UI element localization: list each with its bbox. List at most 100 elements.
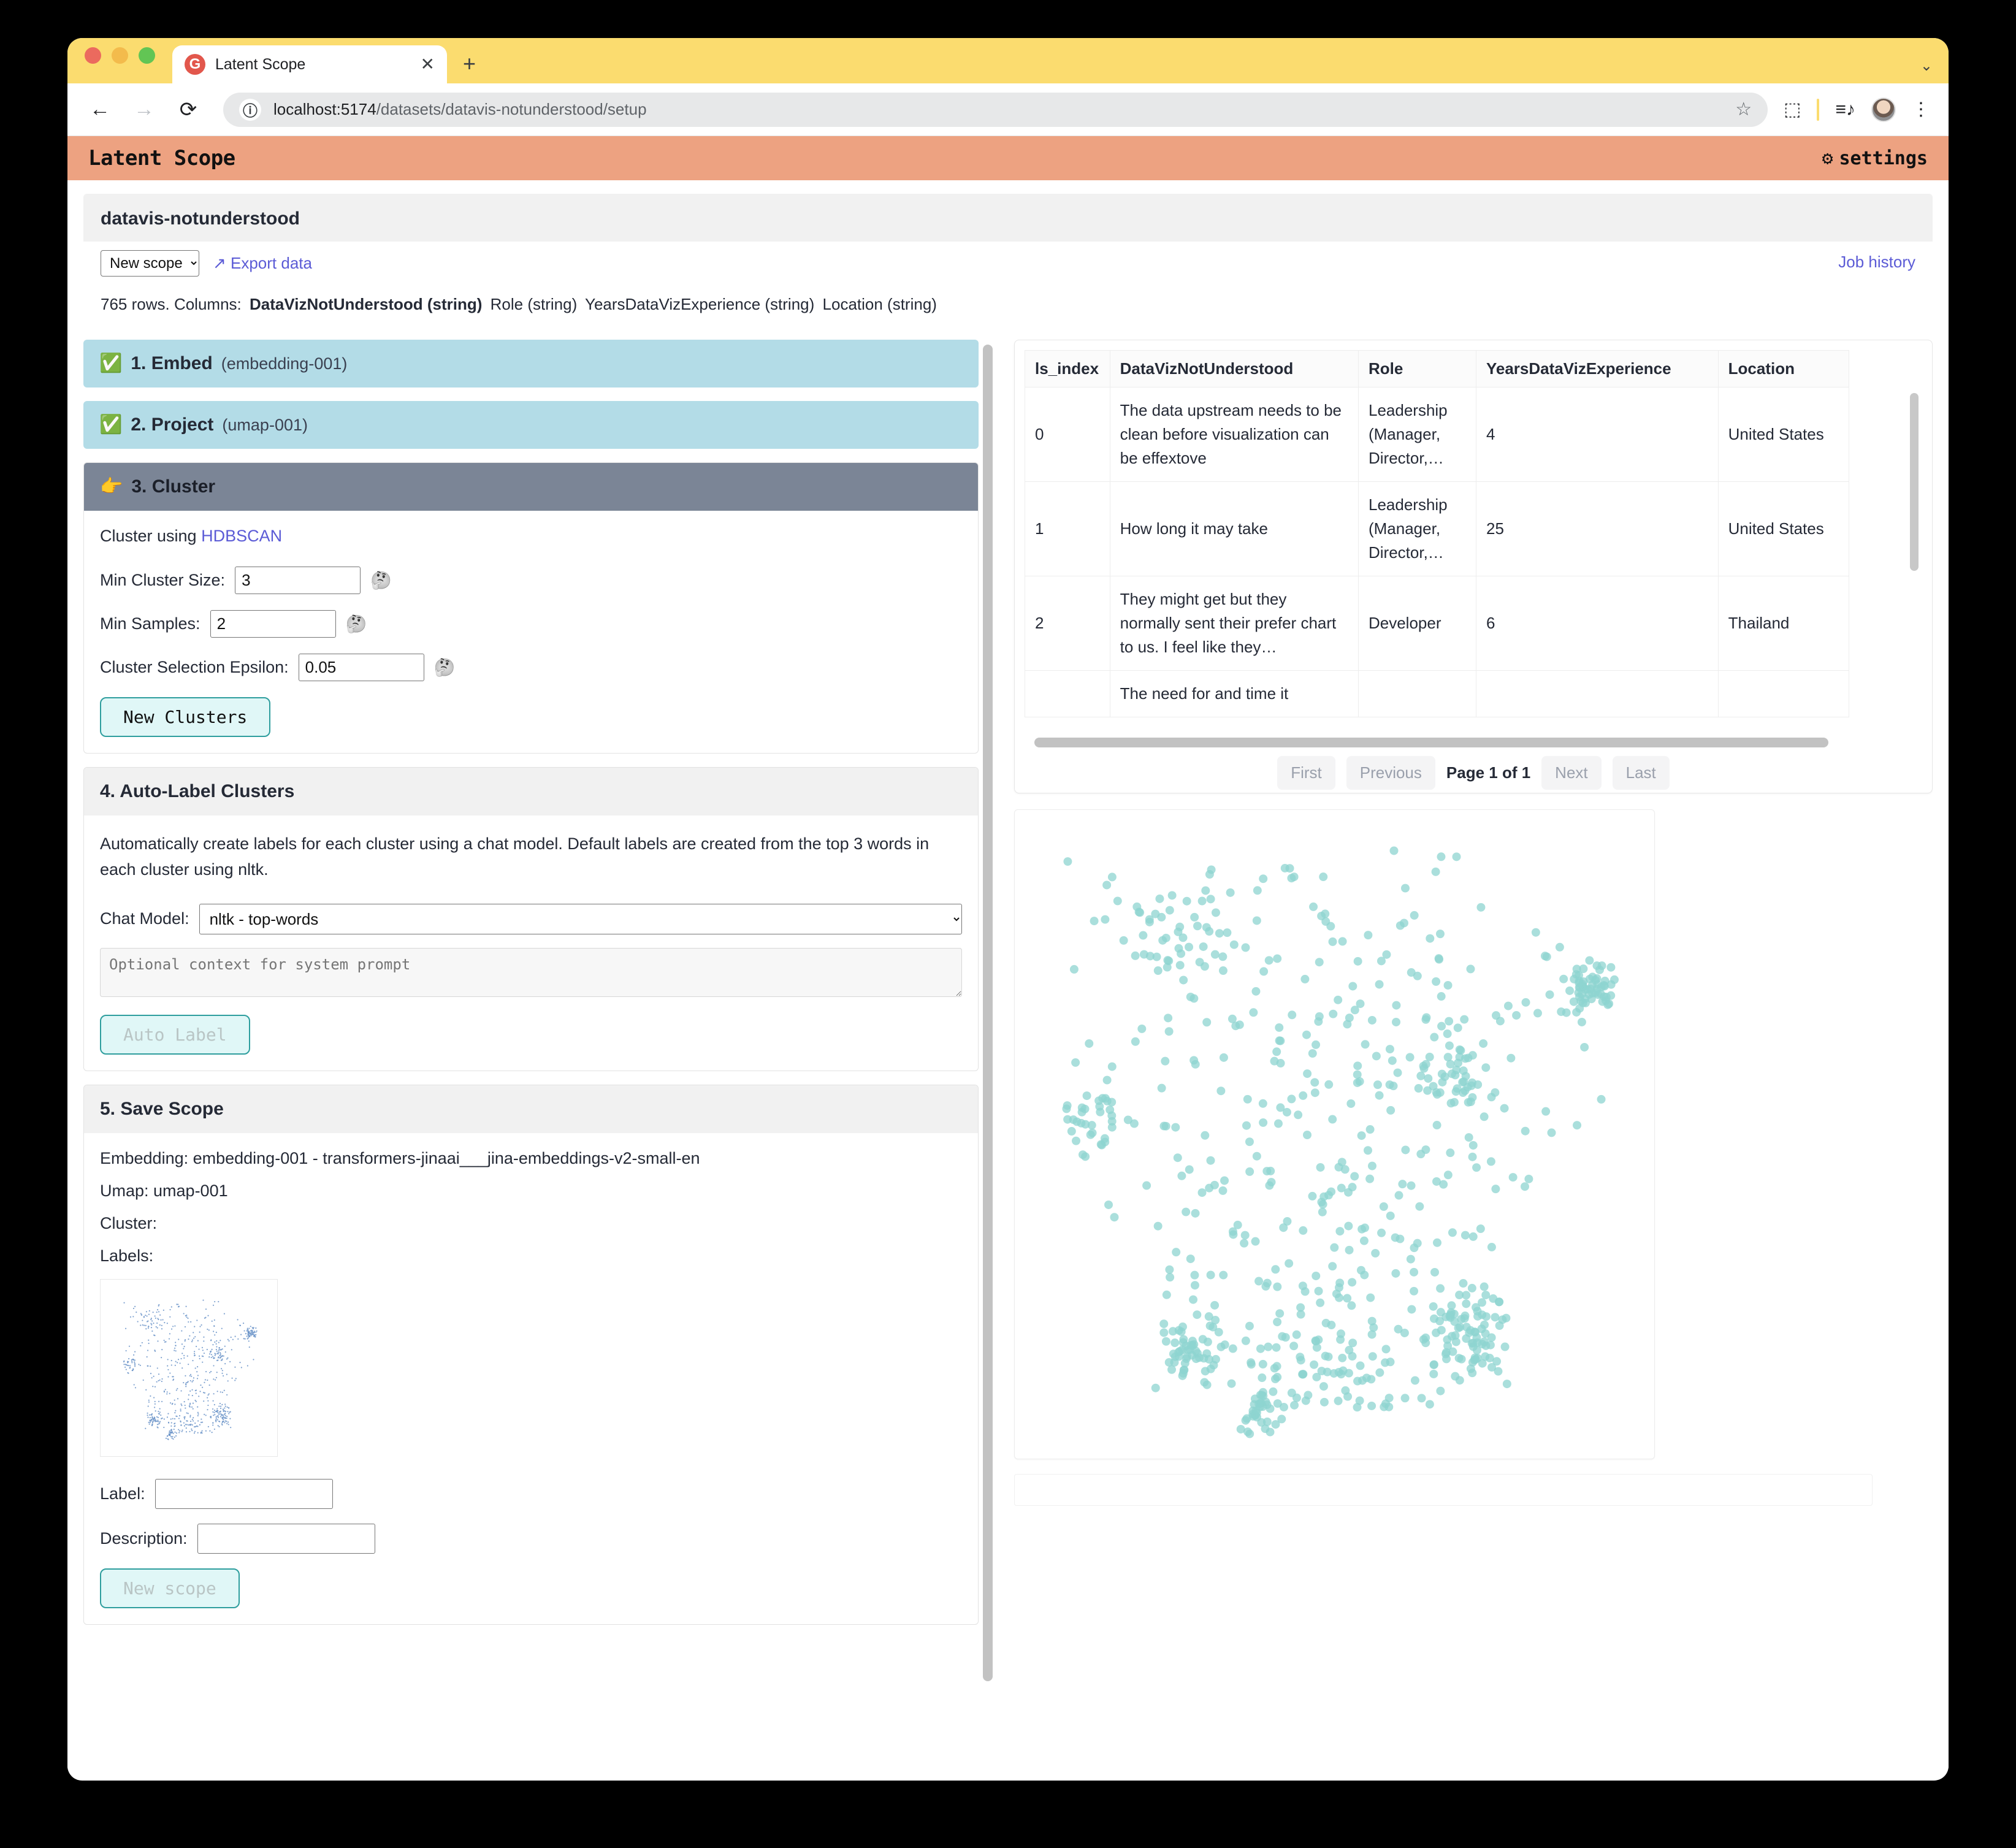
help-thinking-icon[interactable]: 🤔 [434,659,456,676]
table-row[interactable]: 0 The data upstream needs to be clean bef… [1025,387,1850,482]
next-page-button[interactable]: Next [1541,756,1602,790]
chat-model-label: Chat Model: [100,909,189,928]
table-vertical-scrollbar[interactable] [1910,393,1919,571]
maximize-window-button[interactable] [139,47,155,64]
new-clusters-button[interactable]: New Clusters [100,697,271,737]
column-header-ls-index[interactable]: ls_index [1025,350,1110,388]
previous-page-button[interactable]: Previous [1346,756,1435,790]
scrollbar-thumb[interactable] [1034,738,1828,747]
left-pane-scrollbar[interactable] [979,340,997,1744]
cluster-selection-epsilon-input[interactable] [298,654,424,681]
data-table-card: ls_index DataVizNotUnderstood Role Years… [1014,340,1933,793]
step-project-title: 2. Project [131,414,214,435]
media-control-icon[interactable]: ≡♪ [1835,99,1855,120]
check-icon: ✅ [99,353,123,373]
umap-scatter-card[interactable] [1014,809,1655,1459]
table-cell-ls-index: 1 [1025,481,1110,576]
site-info-icon[interactable]: ⓘ [239,98,261,121]
left-pane: ✅ 1. Embed (embedding-001) ✅ 2. Project … [83,340,979,1744]
last-page-button[interactable]: Last [1612,756,1670,790]
chevron-down-icon[interactable]: ⌄ [1920,57,1933,75]
main-split: ✅ 1. Embed (embedding-001) ✅ 2. Project … [83,340,1933,1744]
scope-select[interactable]: New scope [101,250,199,277]
browser-menu-icon[interactable]: ⋮ [1912,99,1930,120]
column-header-location[interactable]: Location [1717,350,1850,388]
step-autolabel-body: Automatically create labels for each clu… [84,815,978,1071]
table-row[interactable]: 2 They might get but they normally sent t… [1025,576,1850,671]
close-window-button[interactable] [85,47,101,64]
scrollbar-thumb[interactable] [983,345,993,1681]
help-thinking-icon[interactable]: 🤔 [370,571,392,589]
system-prompt-textarea[interactable] [100,947,962,997]
labels-line: Labels: [100,1246,154,1265]
extensions-icon[interactable]: ⬚ [1784,99,1801,120]
table-cell-years: 6 [1475,576,1719,671]
chat-model-select[interactable]: nltk - top-words [199,903,962,934]
min-samples-row: Min Samples: 🤔 [100,610,962,638]
umap-line: Umap: umap-001 [100,1181,228,1200]
table-row[interactable]: The need for and time it [1025,670,1850,717]
auto-label-button[interactable]: Auto Label [100,1014,250,1055]
browser-window: G Latent Scope ✕ + ⌄ ← → ⟳ ⓘ localhost:5… [67,38,1949,1781]
dataset-body: New scope ↗ Export data Job history 765 … [83,242,1933,327]
description-field-label: Description: [100,1529,188,1548]
column-header-yearsdatavizexperience[interactable]: YearsDataVizExperience [1475,350,1719,388]
columns-list: DataVizNotUnderstood (string) Role (stri… [242,295,937,313]
step-project[interactable]: ✅ 2. Project (umap-001) [83,401,979,449]
step-cluster-header[interactable]: 👉 3. Cluster [84,463,978,511]
min-samples-input[interactable] [210,610,336,638]
settings-label: settings [1839,147,1928,169]
cluster-algorithm-line: Cluster using HDBSCAN [100,527,962,546]
settings-link[interactable]: ⚙ settings [1822,148,1928,169]
column-header-datavisnotunderstood[interactable]: DataVizNotUnderstood [1109,350,1359,388]
back-icon[interactable]: ← [86,96,114,124]
table-cell-text: They might get but they normally sent th… [1109,576,1359,671]
browser-tab[interactable]: G Latent Scope ✕ [172,45,447,83]
description-field-input[interactable] [197,1523,375,1554]
job-history-link[interactable]: Job history [1838,253,1915,272]
step-savescope-header[interactable]: 5. Save Scope [84,1085,978,1133]
cluster-line: Cluster: [100,1213,158,1232]
url-host: localhost:5174 [273,100,376,118]
right-bottom-strip [1014,1474,1873,1506]
new-tab-icon[interactable]: + [463,53,476,75]
table-horizontal-scrollbar[interactable] [1025,734,1922,750]
step-embed-title: 1. Embed [131,353,213,373]
reload-icon[interactable]: ⟳ [174,96,202,124]
dataset-columns-summary: 765 rows. Columns: DataVizNotUnderstood … [101,295,1915,314]
step-embed-sub: (embedding-001) [221,354,348,373]
table-row[interactable]: 1 How long it may take Leadership (Manager… [1025,481,1850,576]
step-embed[interactable]: ✅ 1. Embed (embedding-001) [83,340,979,388]
description-field-row: Description: [100,1523,962,1554]
hdbscan-link[interactable]: HDBSCAN [201,527,282,545]
chat-model-row: Chat Model: nltk - top-words [100,903,962,934]
app-title: Latent Scope [88,146,235,170]
data-table: ls_index DataVizNotUnderstood Role Years… [1025,350,1850,717]
forward-icon[interactable]: → [130,96,158,124]
step-autolabel-panel: 4. Auto-Label Clusters Automatically cre… [83,767,979,1071]
help-thinking-icon[interactable]: 🤔 [346,615,367,633]
step-autolabel-header[interactable]: 4. Auto-Label Clusters [84,768,978,815]
bookmark-star-icon[interactable]: ☆ [1735,99,1752,120]
window-traffic-lights [85,38,155,83]
umap-scatter-plot[interactable] [1015,810,1654,1459]
cluster-selection-epsilon-label: Cluster Selection Epsilon: [100,658,289,676]
close-icon[interactable]: ✕ [421,56,435,73]
first-page-button[interactable]: First [1277,756,1335,790]
table-cell-location: Thailand [1717,576,1850,671]
minimize-window-button[interactable] [112,47,128,64]
tab-title: Latent Scope [215,55,306,73]
data-table-scroll-area[interactable]: ls_index DataVizNotUnderstood Role Years… [1025,350,1922,730]
address-bar[interactable]: ⓘ localhost:5174/datasets/datavis-notund… [223,92,1768,127]
table-cell-role: Leadership (Manager, Director,… [1357,481,1476,576]
avatar[interactable] [1871,97,1896,122]
label-field-input[interactable] [155,1478,333,1509]
column-header-role[interactable]: Role [1357,350,1476,388]
export-data-link[interactable]: ↗ Export data [213,254,312,273]
thumbnail-scatter-plot [123,1299,258,1440]
step-savescope-title: 5. Save Scope [100,1098,224,1119]
dataset-column: YearsDataVizExperience (string) [581,295,815,313]
new-scope-button[interactable]: New scope [100,1568,240,1608]
min-cluster-size-input[interactable] [235,567,361,594]
step-project-sub: (umap-001) [222,415,308,434]
